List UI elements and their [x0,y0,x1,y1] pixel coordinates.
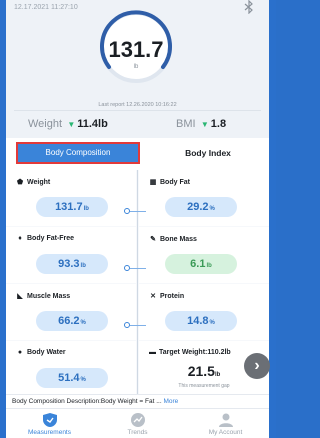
bone-icon: ✎ [150,236,156,243]
metric-value: 21.5 [187,363,215,379]
nav-trends[interactable]: Trends [94,412,181,436]
tab-body-composition[interactable]: Body Composition [16,142,140,164]
down-arrow-icon: ▼ [65,120,76,129]
metric-unit: lb [206,263,212,269]
nav-label: Measurements [28,429,71,436]
down-arrow-icon: ▼ [198,120,209,129]
metric-value: 93.3 [58,258,80,270]
metric-unit: lb [83,206,89,212]
metrics-grid: ⬟ Weight 131.7lb ▦ Body Fat 29.2% ♦ Body Fa… [6,170,269,394]
connector-line [130,211,146,212]
body-fat-icon: ▦ [149,179,157,186]
app-content: 12.17.2021 11:27:10 131.7 lb Last report… [6,0,269,438]
weight-unit: lb [133,64,139,70]
bottom-nav: Measurements Trends My Account [6,408,269,438]
nav-account[interactable]: My Account [182,412,269,436]
trends-icon [130,413,145,427]
connector-line [130,268,146,269]
metric-value-pill: 66.2% [36,311,108,331]
nav-label: Trends [127,429,148,436]
metric-value: 66.2 [58,315,80,327]
metric-body-fat[interactable]: ▦ Body Fat 29.2% [139,170,269,226]
tab-bar: Body Composition Body Index [6,138,269,168]
metric-unit: % [80,377,86,383]
metric-unit: % [80,320,86,326]
last-report: Last report 12.26.2020 10:16:22 [98,102,177,108]
user-icon [218,413,233,427]
bmi-change-value: 1.8 [210,118,227,130]
metric-value: 131.7 [55,201,83,213]
metric-value-pill: 14.8% [165,311,237,331]
background-edge-right [269,0,276,438]
grid-divider [137,170,138,394]
description-text: Body Composition Description:Body Weight… [12,398,162,405]
tab-body-index[interactable]: Body Index [156,144,260,162]
divider [14,110,261,111]
metric-label: Weight [27,179,51,186]
metric-body-water[interactable]: ● Body Water 51.4% [6,341,136,394]
muscle-icon: ◣ [17,293,23,300]
metric-value-pill: 93.3lb [36,254,108,274]
metric-label: Body Fat-Free [27,235,75,242]
weight-change-stat: Weight ▼ 11.4lb [28,118,108,130]
measurement-datetime: 12.17.2021 11:27:10 [14,4,78,11]
metric-value: 29.2 [187,201,209,213]
weight-change-label: Weight [28,118,63,130]
person-icon: ♦ [18,235,22,242]
bmi-label: BMI [176,118,196,130]
bluetooth-icon[interactable] [242,0,256,16]
metric-weight[interactable]: ⬟ Weight 131.7lb [6,170,136,226]
bmi-change-stat: BMI ▼ 1.8 [176,118,226,130]
metric-protein[interactable]: ✕ Protein 14.8% [139,284,269,340]
metric-unit: lb [80,263,86,269]
shield-icon [42,413,57,427]
metric-label: Body Fat [160,179,190,186]
metric-unit: % [209,320,215,326]
scale-icon: ⬟ [16,179,24,186]
metric-label: Bone Mass [160,236,197,243]
metric-value: 51.4 [58,372,80,384]
metric-value: 14.8 [187,315,209,327]
metric-body-fat-free[interactable]: ♦ Body Fat-Free 93.3lb [6,227,136,283]
next-arrow-button[interactable]: › [244,353,270,379]
more-link[interactable]: More [163,398,178,405]
metric-value-pill: 29.2% [165,197,237,217]
weight-gauge: 131.7 lb [96,9,176,85]
metric-label: Muscle Mass [27,293,71,300]
composition-description[interactable]: Body Composition Description:Body Weight… [6,394,269,408]
weight-summary-panel: 12.17.2021 11:27:10 131.7 lb Last report… [6,0,269,138]
metric-value-pill: 6.1lb [165,254,237,274]
target-gap-note: This measurement gap [178,383,230,389]
metric-muscle-mass[interactable]: ◣ Muscle Mass 66.2% [6,284,136,340]
metric-unit: % [209,206,215,212]
metric-value: 6.1 [190,258,206,270]
weight-change-value: 11.4lb [77,118,108,130]
flag-icon: ▬ [149,349,156,356]
weight-value: 131.7 [108,37,164,62]
protein-icon: ✕ [150,293,156,300]
metric-label: Body Water [27,349,66,356]
nav-measurements[interactable]: Measurements [6,412,93,436]
metric-unit: lb [214,372,221,378]
water-drop-icon: ● [17,349,23,356]
connector-line [130,325,146,326]
metric-label: Protein [160,293,185,300]
nav-label: My Account [208,429,243,436]
metric-value-pill: 131.7lb [36,197,108,217]
app-screen: 12.17.2021 11:27:10 131.7 lb Last report… [0,0,276,438]
metric-value-pill: 51.4% [36,368,108,388]
metric-bone-mass[interactable]: ✎ Bone Mass 6.1lb [139,227,269,283]
target-weight-label: Target Weight:110.2lb [159,349,231,356]
